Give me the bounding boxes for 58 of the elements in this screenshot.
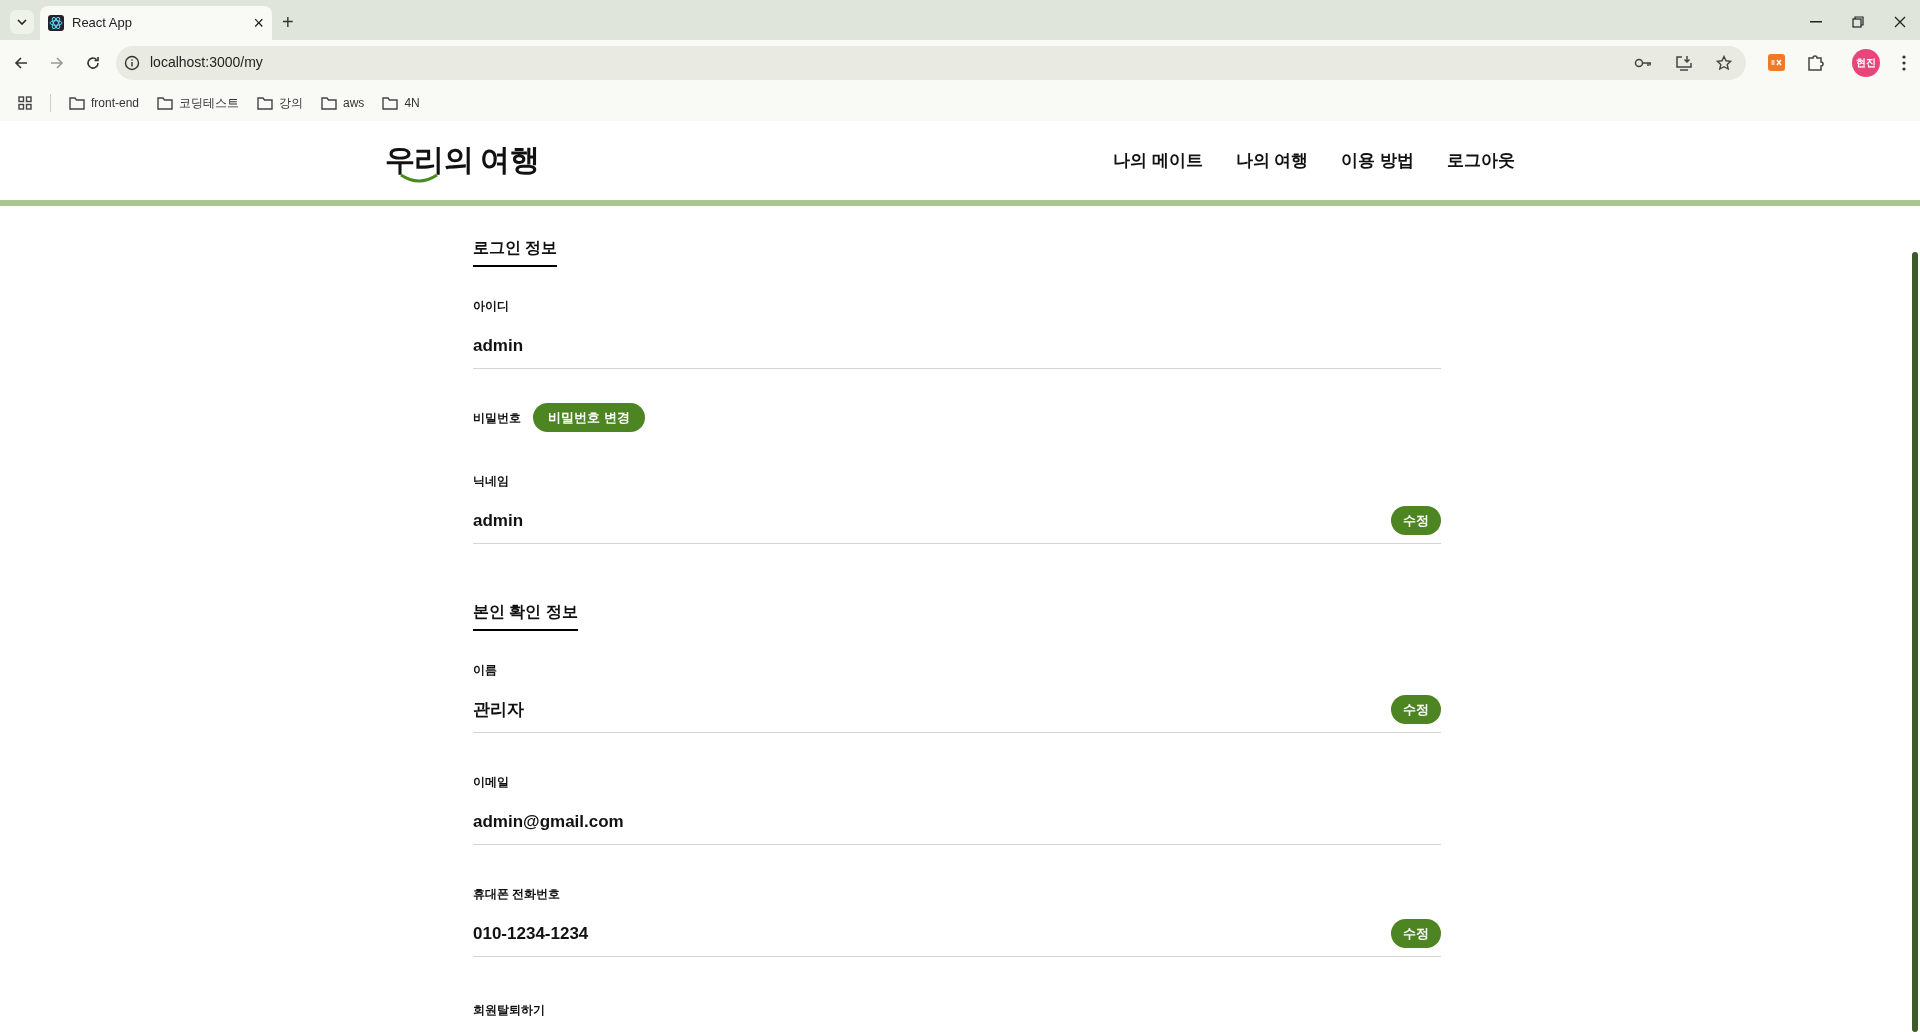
field-label: 휴대폰 전화번호 [473,886,562,903]
field-value: 010-1234-1234 [473,922,589,945]
scrollbar-thumb[interactable] [1912,252,1918,1032]
browser-tab[interactable]: React App × [40,6,272,40]
chevron-down-icon [17,19,27,25]
section-title: 로그인 정보 [473,236,558,267]
more-menu-icon[interactable] [1902,54,1906,71]
field-label: 이름 [473,662,498,679]
back-arrow-icon[interactable] [14,55,28,70]
restore-icon[interactable] [1852,16,1864,28]
field-label: 닉네임 [473,473,510,490]
minimize-icon[interactable] [1810,21,1822,23]
bookmark-folder[interactable]: aws [321,94,365,112]
field-value: admin [473,509,524,532]
extension-icon[interactable] [1768,54,1785,71]
edit-button[interactable]: 수정 [1391,919,1441,948]
field-label: 비밀번호 [473,409,521,427]
edit-button[interactable]: 수정 [1391,506,1441,535]
key-icon[interactable] [1634,56,1652,69]
apps-grid-icon[interactable] [18,96,32,110]
tab-close-button[interactable]: × [253,14,264,32]
section-title: 본인 확인 정보 [473,600,578,631]
withdraw-link[interactable]: 회원탈퇴하기 [473,1001,545,1019]
field-value: admin@gmail.com [473,810,624,833]
folder-icon [69,96,85,110]
bookmark-folder[interactable]: 강의 [257,94,304,112]
folder-icon [321,96,338,110]
site-logo[interactable]: 우리의 여행 [385,138,539,183]
edit-button[interactable]: 수정 [1391,695,1441,724]
nav-link[interactable]: 이용 방법 [1341,147,1414,174]
field-value: 관리자 [473,698,524,721]
info-icon[interactable] [124,54,140,71]
bookmark-folder[interactable]: 코딩테스트 [157,94,240,112]
reload-icon[interactable] [86,55,100,70]
tab-title: React App [72,14,133,33]
star-icon[interactable] [1716,54,1732,71]
bookmark-folder[interactable]: 4N [382,94,420,112]
field-label: 이메일 [473,774,510,791]
change-password-button[interactable]: 비밀번호 변경 [533,403,645,432]
field-value: admin [473,334,524,357]
folder-icon [157,96,174,110]
profile-avatar[interactable]: 현진 [1852,48,1880,77]
url-text: localhost:3000/my [150,53,263,72]
new-tab-button[interactable]: + [282,12,294,32]
folder-icon [382,96,399,110]
bookmark-folder[interactable]: front-end [69,94,140,112]
field-label: 아이디 [473,298,510,315]
tab-list-button[interactable] [10,10,34,34]
close-icon[interactable] [1894,16,1906,28]
folder-icon [257,96,274,110]
forward-arrow-icon[interactable] [50,55,64,70]
address-bar[interactable]: localhost:3000/my [116,45,1746,80]
nav-link[interactable]: 나의 여행 [1235,147,1309,174]
install-app-icon[interactable] [1676,54,1692,71]
nav-link[interactable]: 로그아웃 [1447,147,1515,174]
puzzle-icon[interactable] [1807,54,1824,71]
nav-link[interactable]: 나의 메이트 [1112,147,1203,174]
react-logo-icon [48,15,64,31]
